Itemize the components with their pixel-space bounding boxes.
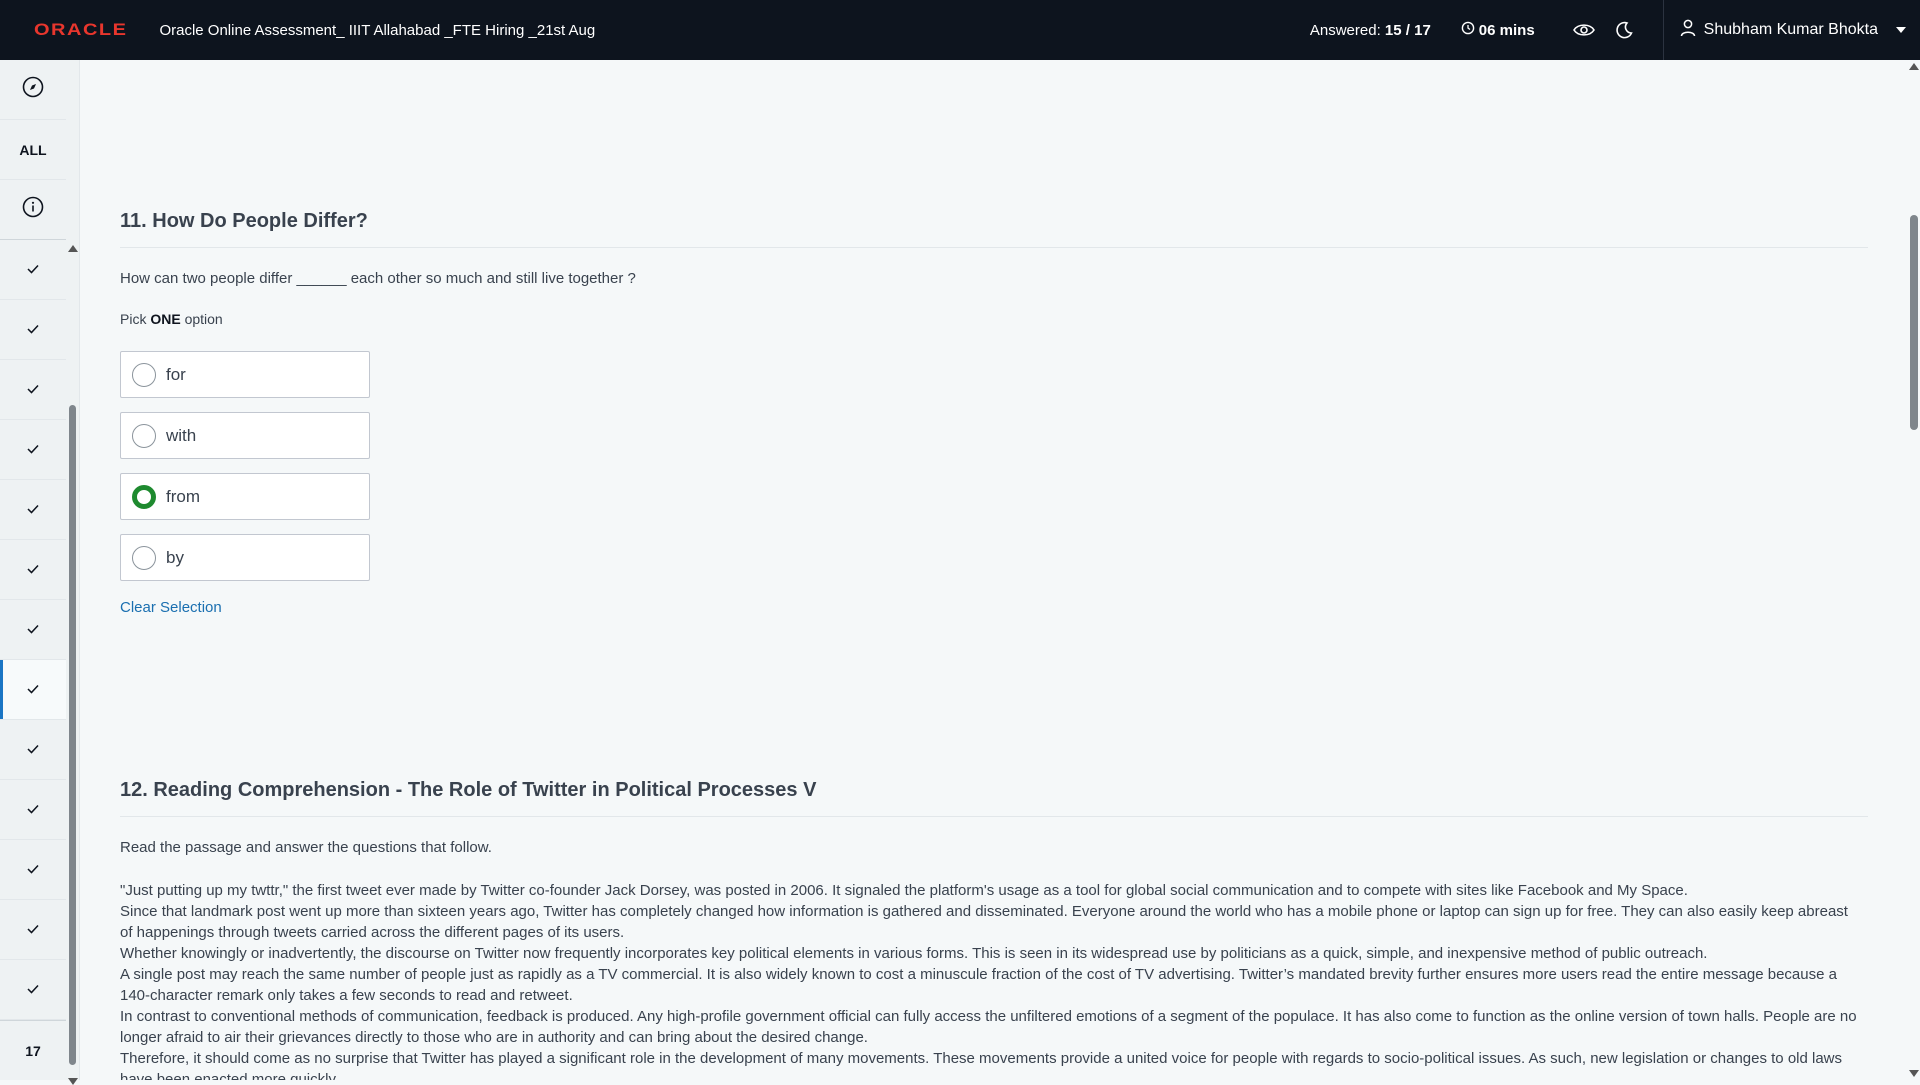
sidebar-question-item[interactable] [0, 720, 66, 780]
option-label: by [166, 547, 184, 567]
scroll-down-icon[interactable] [1909, 1070, 1919, 1077]
divider [120, 247, 1868, 248]
pick-suffix: option [180, 311, 223, 327]
sidebar-question-item[interactable] [0, 360, 66, 420]
check-icon [27, 801, 39, 819]
radio-button[interactable] [132, 362, 156, 387]
sidebar-question-item[interactable] [0, 300, 66, 360]
divider [120, 816, 1868, 817]
user-menu[interactable]: Shubham Kumar Bhokta [1662, 0, 1920, 60]
sidebar-question-item[interactable] [0, 960, 66, 1020]
question-list [0, 240, 66, 1020]
scroll-up-icon[interactable] [1909, 63, 1919, 70]
scroll-down-icon[interactable] [68, 1078, 78, 1085]
question-11-title: 11. How Do People Differ? [120, 210, 368, 232]
check-icon [27, 321, 39, 339]
passage-paragraph: Whether knowingly or inadvertently, the … [120, 945, 1708, 962]
timer-value: 06 mins [1478, 21, 1535, 39]
passage-paragraph: Since that landmark post went up more th… [120, 903, 1848, 941]
sidebar-question-item[interactable] [0, 240, 66, 300]
check-icon [27, 621, 39, 639]
check-icon [27, 501, 39, 519]
reading-passage: "Just putting up my twttr," the first tw… [120, 880, 1860, 1080]
scroll-up-icon[interactable] [68, 245, 78, 252]
sidebar-question-item[interactable] [0, 900, 66, 960]
top-bar: ORACLE Oracle Online Assessment_ IIIT Al… [0, 0, 1920, 60]
sidebar-question-item[interactable] [0, 420, 66, 480]
check-icon [27, 441, 39, 459]
question-11-text: How can two people differ ______ each ot… [120, 270, 636, 287]
check-icon [27, 681, 39, 699]
answered-value: 15 / 17 [1384, 21, 1431, 39]
chevron-down-icon[interactable] [1896, 27, 1906, 33]
question-count[interactable]: 17 [0, 1020, 66, 1080]
sidebar-question-item[interactable] [0, 540, 66, 600]
timer: 06 mins [1461, 21, 1535, 39]
main-scroll-thumb[interactable] [1910, 215, 1918, 430]
passage-paragraph: Therefore, it should come as no surprise… [120, 1050, 1843, 1080]
sidebar-question-item[interactable] [0, 780, 66, 840]
answered-counter: Answered: 15 / 17 [1310, 22, 1431, 39]
question-sidebar: ALL 17 [0, 60, 80, 1085]
sidebar-scrollbar[interactable] [68, 245, 78, 1085]
oracle-logo: ORACLE [34, 20, 128, 39]
passage-paragraph: In contrast to conventional methods of c… [120, 1008, 1857, 1046]
main-scrollbar[interactable] [1908, 60, 1920, 1080]
user-name: Shubham Kumar Bhokta [1703, 21, 1878, 38]
compass-button[interactable] [0, 60, 66, 120]
sidebar-question-item[interactable] [0, 480, 66, 540]
answered-label: Answered: [1309, 21, 1381, 39]
question-12-title: 12. Reading Comprehension - The Role of … [120, 779, 817, 801]
check-icon [27, 981, 39, 999]
option-from[interactable]: from [120, 473, 370, 520]
clock-icon [1461, 21, 1475, 39]
option-label: for [166, 364, 186, 384]
clear-selection-link[interactable]: Clear Selection [120, 599, 222, 616]
filter-all-button[interactable]: ALL [0, 120, 66, 180]
passage-paragraph: A single post may reach the same number … [120, 966, 1837, 1004]
radio-button[interactable] [132, 545, 156, 570]
radio-button[interactable] [132, 423, 156, 448]
sidebar-question-item[interactable] [0, 660, 66, 720]
radio-button[interactable] [132, 484, 156, 509]
sidebar-scroll-thumb[interactable] [69, 405, 76, 1065]
question-12-intro: Read the passage and answer the question… [120, 839, 492, 856]
moon-icon[interactable] [1613, 19, 1635, 41]
check-icon [27, 381, 39, 399]
check-icon [27, 741, 39, 759]
info-icon [22, 196, 44, 223]
main-content: 11. How Do People Differ? How can two pe… [80, 60, 1908, 1080]
check-icon [27, 561, 39, 579]
passage-paragraph: "Just putting up my twttr," the first tw… [120, 882, 1688, 899]
pick-prefix: Pick [120, 311, 151, 327]
check-icon [27, 861, 39, 879]
test-title: Oracle Online Assessment_ IIIT Allahabad… [159, 21, 596, 39]
check-icon [27, 921, 39, 939]
sidebar-question-item[interactable] [0, 600, 66, 660]
user-icon [1680, 19, 1696, 42]
info-button[interactable] [0, 180, 66, 240]
compass-icon [22, 76, 44, 103]
option-with[interactable]: with [120, 412, 370, 459]
option-for[interactable]: for [120, 351, 370, 398]
sidebar-question-item[interactable] [0, 840, 66, 900]
option-label: with [166, 425, 197, 445]
check-icon [27, 261, 39, 279]
eye-icon[interactable] [1572, 19, 1595, 41]
option-by[interactable]: by [120, 534, 370, 581]
option-label: from [166, 486, 200, 506]
pick-instruction: Pick ONE option [120, 311, 223, 327]
pick-bold: ONE [150, 311, 181, 327]
